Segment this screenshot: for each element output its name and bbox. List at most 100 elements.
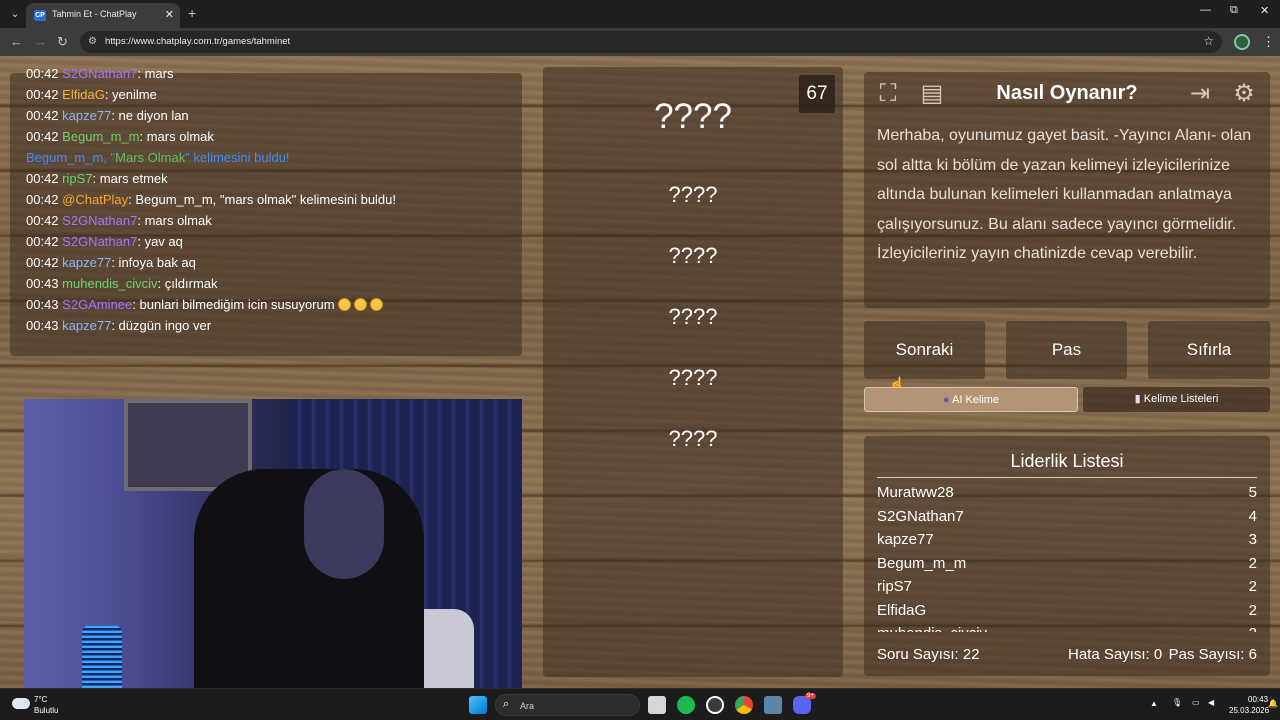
chat-text: : mars olmak	[139, 129, 214, 144]
leaderboard-row: S2GNathan7 4	[877, 508, 1257, 528]
forward-icon[interactable]: →	[34, 34, 47, 49]
stats-row: Soru Sayısı: 22 Hata Sayısı: 0 Pas Sayıs…	[877, 646, 1257, 666]
mic-icon[interactable]: 🎙	[1172, 698, 1182, 707]
restore-icon[interactable]: ⧉	[1230, 4, 1238, 17]
forbidden-word: ????	[668, 304, 718, 329]
tab-list-icon[interactable]: ⌄	[6, 5, 24, 23]
chat-username[interactable]: kapze77	[62, 255, 111, 270]
laugh-emoji-icon	[353, 298, 367, 311]
chat-username[interactable]: ElfidaG	[62, 87, 105, 102]
forbidden-word: ????	[668, 426, 718, 451]
window-close-icon[interactable]: ✕	[1260, 4, 1269, 17]
weather-cloud-icon[interactable]	[12, 698, 30, 709]
browser-menu-icon[interactable]: ⋮	[1262, 34, 1275, 50]
ai-word-label: AI Kelime	[952, 394, 1000, 406]
chat-username[interactable]: kapze77	[62, 108, 111, 123]
player-score: 2	[1249, 625, 1257, 632]
forbidden-word: ????	[668, 365, 718, 390]
chat-username[interactable]: muhendis_civciv	[62, 276, 157, 291]
weather-desc: Bulutlu	[34, 706, 59, 715]
chat-time: 00:42	[26, 66, 59, 81]
chat-username[interactable]: S2GNathan7	[62, 66, 137, 81]
chat-text: : mars	[137, 66, 174, 81]
next-button[interactable]: Sonraki	[864, 321, 985, 379]
chat-message: 00:43 S2GAminee: bunlari bilmediğim icin…	[26, 297, 383, 312]
omnibox[interactable]: ⚙ https://www.chatplay.com.tr/games/tahm…	[80, 31, 1222, 53]
task-view-icon[interactable]	[648, 696, 666, 714]
chat-text: : infoya bak aq	[111, 255, 196, 270]
site-info-icon[interactable]: ⚙	[88, 36, 100, 48]
leaderboard-row: Muratww28 5	[877, 484, 1257, 504]
app-icon[interactable]	[764, 696, 782, 714]
player-score: 5	[1248, 484, 1257, 501]
taskbar: 7°C Bulutlu ⌕ Ara 9+ ▲ 🎙 ▭ ◀ 00:43 25.03…	[0, 688, 1280, 720]
system-suffix: " kelimesini buldu!	[185, 150, 290, 165]
chat-message: 00:42 kapze77: infoya bak aq	[26, 255, 196, 270]
profile-avatar-icon[interactable]	[1234, 34, 1250, 50]
forbidden-word: ????	[668, 182, 718, 207]
player-score: 2	[1248, 578, 1257, 595]
url-text[interactable]: https://www.chatplay.com.tr/games/tahmin…	[105, 36, 290, 47]
taskbar-search[interactable]: ⌕ Ara	[495, 694, 640, 716]
search-placeholder: Ara	[520, 701, 535, 711]
chat-username[interactable]: S2GNathan7	[62, 213, 137, 228]
chat-username[interactable]: S2GNathan7	[62, 234, 137, 249]
obs-icon[interactable]	[706, 696, 724, 714]
settings-gear-icon[interactable]: ⚙	[1228, 78, 1260, 110]
speaker-light	[82, 625, 122, 688]
clock-date[interactable]: 25.03.2026	[1229, 706, 1269, 715]
ai-word-button[interactable]: ● AI Kelime	[864, 387, 1078, 412]
back-icon[interactable]: ←	[10, 34, 23, 49]
chat-username[interactable]: ripS7	[62, 171, 92, 186]
word-lists-label: Kelime Listeleri	[1143, 393, 1219, 405]
chat-time: 00:42	[26, 255, 59, 270]
minimize-icon[interactable]: —	[1200, 4, 1211, 16]
chat-username[interactable]: Begum_m_m	[62, 129, 139, 144]
howto-panel: ⛶ ▤ Nasıl Oynanır? ⇥ ⚙ Merhaba, oyunumuz…	[864, 72, 1270, 308]
tray-chevron-icon[interactable]: ▲	[1150, 699, 1158, 708]
chat-time: 00:42	[26, 171, 59, 186]
tab-close-icon[interactable]: ✕	[165, 8, 174, 21]
player-score: 4	[1248, 507, 1257, 525]
chat-username[interactable]: S2GAminee	[62, 297, 132, 312]
system-prefix: Begum_m_m, "	[26, 150, 116, 165]
chat-username[interactable]: @ChatPlay	[62, 192, 128, 207]
address-bar-row: ← → ↻ ⚙ https://www.chatplay.com.tr/game…	[0, 28, 1280, 56]
reset-button[interactable]: Sıfırla	[1148, 321, 1270, 379]
notification-icon[interactable]: 🔔	[1268, 699, 1278, 708]
chat-message: 00:42 kapze77: ne diyon lan	[26, 108, 189, 123]
player-name: Begum_m_m	[877, 554, 967, 572]
display-icon[interactable]: ▭	[1192, 698, 1200, 707]
chrome-icon[interactable]	[735, 696, 753, 714]
player-name: ripS7	[877, 578, 913, 595]
chat-username[interactable]: kapze77	[62, 318, 111, 333]
start-icon[interactable]	[469, 696, 487, 714]
reload-icon[interactable]: ↻	[57, 34, 68, 50]
exit-icon[interactable]: ⇥	[1184, 78, 1216, 110]
laugh-emoji-icon	[337, 298, 351, 311]
chat-message: 00:42 Begum_m_m: mars olmak	[26, 129, 214, 144]
system-word: Mars Olmak	[115, 150, 186, 165]
bookmark-star-icon[interactable]: ☆	[1203, 34, 1214, 48]
word-lists-button[interactable]: ▮ Kelime Listeleri	[1083, 387, 1270, 412]
game-page: 00:42 S2GNathan7: mars 00:42 ElfidaG: yen…	[0, 56, 1280, 688]
chat-text: : yav aq	[137, 234, 183, 249]
chat-text: : bunlari bilmediğim icin susuyorum	[132, 297, 335, 312]
player-name: S2GNathan7	[877, 507, 964, 525]
question-count: Soru Sayısı: 22	[877, 646, 980, 663]
chat-time: 00:43	[26, 297, 59, 312]
new-tab-icon[interactable]: +	[188, 5, 196, 21]
chat-text: : düzgün ingo ver	[111, 318, 212, 333]
player-score: 3	[1248, 531, 1257, 548]
chat-text: : ne diyon lan	[111, 108, 189, 123]
chat-text: : Begum_m_m, "mars olmak" kelimesini bul…	[128, 192, 397, 207]
browser-tab[interactable]: CP Tahmin Et - ChatPlay ✕	[26, 3, 180, 28]
volume-icon[interactable]: ◀	[1208, 698, 1214, 707]
pass-button[interactable]: Pas	[1006, 321, 1127, 379]
clock-time[interactable]: 00:43	[1248, 695, 1268, 704]
main-word: ????	[654, 97, 732, 136]
chat-message: 00:42 ElfidaG: yenilme	[26, 87, 157, 102]
chat-message: Begum_m_m, "Mars Olmak" kelimesini buldu…	[26, 150, 290, 165]
leaderboard-row: kapze77 3	[877, 531, 1257, 551]
spotify-icon[interactable]	[677, 696, 695, 714]
